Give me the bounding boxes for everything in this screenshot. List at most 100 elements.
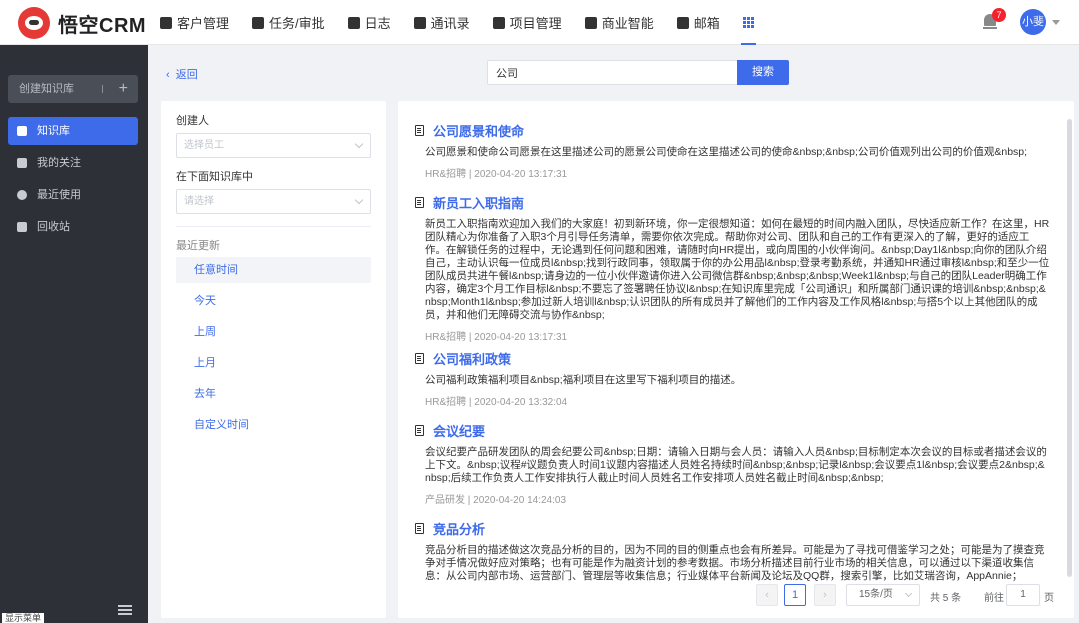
time-filter-custom[interactable]: 自定义时间 [176, 412, 371, 438]
nav-label: 商业智能 [601, 16, 654, 31]
article-list: 公司愿景和使命 公司愿景和使命公司愿景在这里描述公司的愿景公司使命在这里描述公司… [398, 101, 1074, 618]
nav-label: 任务/审批 [269, 16, 325, 31]
book-icon [17, 126, 27, 136]
top-navbar: 悟空CRM 客户管理 任务/审批 日志 通讯录 项目管理 商业智能 邮箱 7 小… [0, 0, 1079, 45]
sidebar: 创建知识库 + 知识库 我的关注 最近使用 回收站 显示菜单 [0, 45, 148, 623]
log-icon [347, 16, 360, 29]
article-title[interactable]: 新员工入职指南 [415, 193, 1050, 212]
contacts-icon [413, 16, 426, 29]
article-title[interactable]: 竞品分析 [415, 519, 1050, 538]
trash-icon [17, 222, 27, 232]
project-icon [492, 16, 505, 29]
creator-select[interactable]: 选择员工 [176, 133, 371, 158]
collapse-menu-icon[interactable] [118, 605, 132, 615]
show-menu-label[interactable]: 显示菜单 [2, 613, 45, 623]
total-count: 共 5 条 [930, 593, 962, 604]
search-input[interactable] [487, 60, 738, 85]
article-meta: HR&招聘 | 2020-04-20 13:32:04 [425, 397, 568, 408]
time-filter-last-week[interactable]: 上周 [176, 319, 371, 345]
user-avatar[interactable]: 小斐 [1020, 9, 1046, 35]
time-filter-today[interactable]: 今天 [176, 288, 371, 314]
article-meta: HR&招聘 | 2020-04-20 13:17:31 [425, 332, 568, 343]
nav-item-bi[interactable]: 商业智能 [584, 0, 654, 45]
article-excerpt: 公司愿景和使命公司愿景在这里描述公司的愿景公司使命在这里描述公司的使命&nbsp… [425, 146, 1028, 158]
nav-item-contacts[interactable]: 通讯录 [413, 0, 470, 45]
nav-label: 日志 [364, 16, 391, 31]
divider [102, 85, 103, 93]
time-filter-last-year[interactable]: 去年 [176, 381, 371, 407]
nav-item-customers[interactable]: 客户管理 [160, 0, 229, 45]
article-title[interactable]: 公司福利政策 [415, 349, 1050, 368]
scrollbar[interactable] [1067, 119, 1072, 577]
nav-item-projects[interactable]: 项目管理 [492, 0, 562, 45]
kb-select[interactable]: 请选择 [176, 189, 371, 214]
task-icon [252, 16, 265, 29]
creator-placeholder: 选择员工 [184, 140, 224, 151]
time-filter-last-month[interactable]: 上月 [176, 350, 371, 376]
article-title-text: 竞品分析 [433, 522, 486, 537]
sidebar-item-knowledge-base[interactable]: 知识库 [8, 117, 138, 145]
document-icon [415, 353, 424, 364]
customer-icon [160, 16, 172, 29]
nav-item-mail[interactable]: 邮箱 [676, 0, 720, 45]
page-suffix: 页 [1044, 593, 1054, 604]
sidebar-item-label: 最近使用 [37, 189, 81, 201]
page-size-select[interactable]: 15条/页 [846, 584, 920, 606]
article-meta: 产品研发 | 2020-04-20 14:24:03 [425, 495, 567, 506]
article-excerpt: 会议纪要产品研发团队的周会纪要公司&nbsp;日期：请输入日期与会人员：请输入人… [425, 446, 1047, 484]
document-icon [415, 197, 424, 208]
sidebar-item-label: 回收站 [37, 221, 70, 233]
plus-icon[interactable]: + [119, 75, 128, 103]
article-excerpt: 新员工入职指南欢迎加入我们的大家庭！初到新环境，你一定很想知道：如何在最短的时间… [425, 218, 1050, 321]
monkey-logo-icon [18, 7, 50, 39]
nav-item-apps[interactable] [740, 0, 756, 45]
page-size-value: 15条/页 [859, 589, 893, 600]
nav-label: 通讯录 [430, 16, 470, 31]
mail-icon [676, 16, 689, 29]
page-number-current[interactable]: 1 [784, 584, 806, 606]
list-item: 会议纪要 会议纪要产品研发团队的周会纪要公司&nbsp;日期：请输入日期与会人员… [415, 421, 1050, 506]
kb-label: 在下面知识库中 [176, 171, 253, 183]
back-link[interactable]: ‹ 返回 [166, 66, 198, 82]
app-logo[interactable]: 悟空CRM [18, 7, 146, 39]
sidebar-item-trash[interactable]: 回收站 [8, 213, 138, 241]
nav-item-tasks[interactable]: 任务/审批 [252, 0, 325, 45]
search-button[interactable]: 搜索 [737, 60, 789, 85]
sidebar-item-following[interactable]: 我的关注 [8, 149, 138, 177]
sidebar-footer: 显示菜单 [0, 605, 148, 623]
create-kb-label: 创建知识库 [19, 83, 74, 95]
chevron-down-icon [354, 139, 364, 149]
main-nav: 客户管理 任务/审批 日志 通讯录 项目管理 商业智能 邮箱 [160, 0, 777, 45]
sidebar-item-label: 知识库 [37, 125, 70, 137]
sidebar-item-recent[interactable]: 最近使用 [8, 181, 138, 209]
time-filter-any[interactable]: 任意时间 [176, 257, 371, 283]
article-excerpt: 竞品分析目的描述做这次竞品分析的目的，因为不同的目的侧重点也会有所差异。可能是为… [425, 544, 1045, 582]
goto-page-input[interactable]: 1 [1006, 584, 1040, 606]
nav-item-logs[interactable]: 日志 [347, 0, 391, 45]
article-excerpt: 公司福利政策福利项目&nbsp;福利项目在这里写下福利项目的描述。 [425, 374, 742, 386]
article-title-text: 新员工入职指南 [433, 196, 525, 211]
list-item: 公司愿景和使命 公司愿景和使命公司愿景在这里描述公司的愿景公司使命在这里描述公司… [415, 121, 1050, 180]
chevron-down-icon[interactable] [1052, 20, 1060, 25]
nav-label: 客户管理 [177, 16, 230, 31]
document-icon [415, 425, 424, 436]
clock-icon [17, 190, 27, 200]
nav-label: 邮箱 [693, 16, 720, 31]
article-title[interactable]: 公司愿景和使命 [415, 121, 1050, 140]
document-icon [415, 523, 424, 534]
recent-update-label: 最近更新 [176, 240, 220, 252]
sidebar-item-label: 我的关注 [37, 157, 81, 169]
prev-page-button[interactable]: ‹ [756, 584, 778, 606]
article-title[interactable]: 会议纪要 [415, 421, 1050, 440]
notification-badge: 7 [992, 8, 1006, 22]
filter-panel: 创建人 选择员工 在下面知识库中 请选择 最近更新 任意时间 今天 上周 上月 … [161, 101, 386, 618]
create-kb-button[interactable]: 创建知识库 + [8, 75, 138, 103]
nav-label: 项目管理 [509, 16, 562, 31]
list-item: 新员工入职指南 新员工入职指南欢迎加入我们的大家庭！初到新环境，你一定很想知道：… [415, 193, 1050, 343]
goto-label: 前往 [984, 593, 1004, 604]
bi-icon [584, 16, 597, 29]
back-label: 返回 [175, 69, 198, 81]
next-page-button[interactable]: › [814, 584, 836, 606]
apps-grid-icon [742, 17, 754, 28]
article-title-text: 会议纪要 [433, 424, 486, 439]
